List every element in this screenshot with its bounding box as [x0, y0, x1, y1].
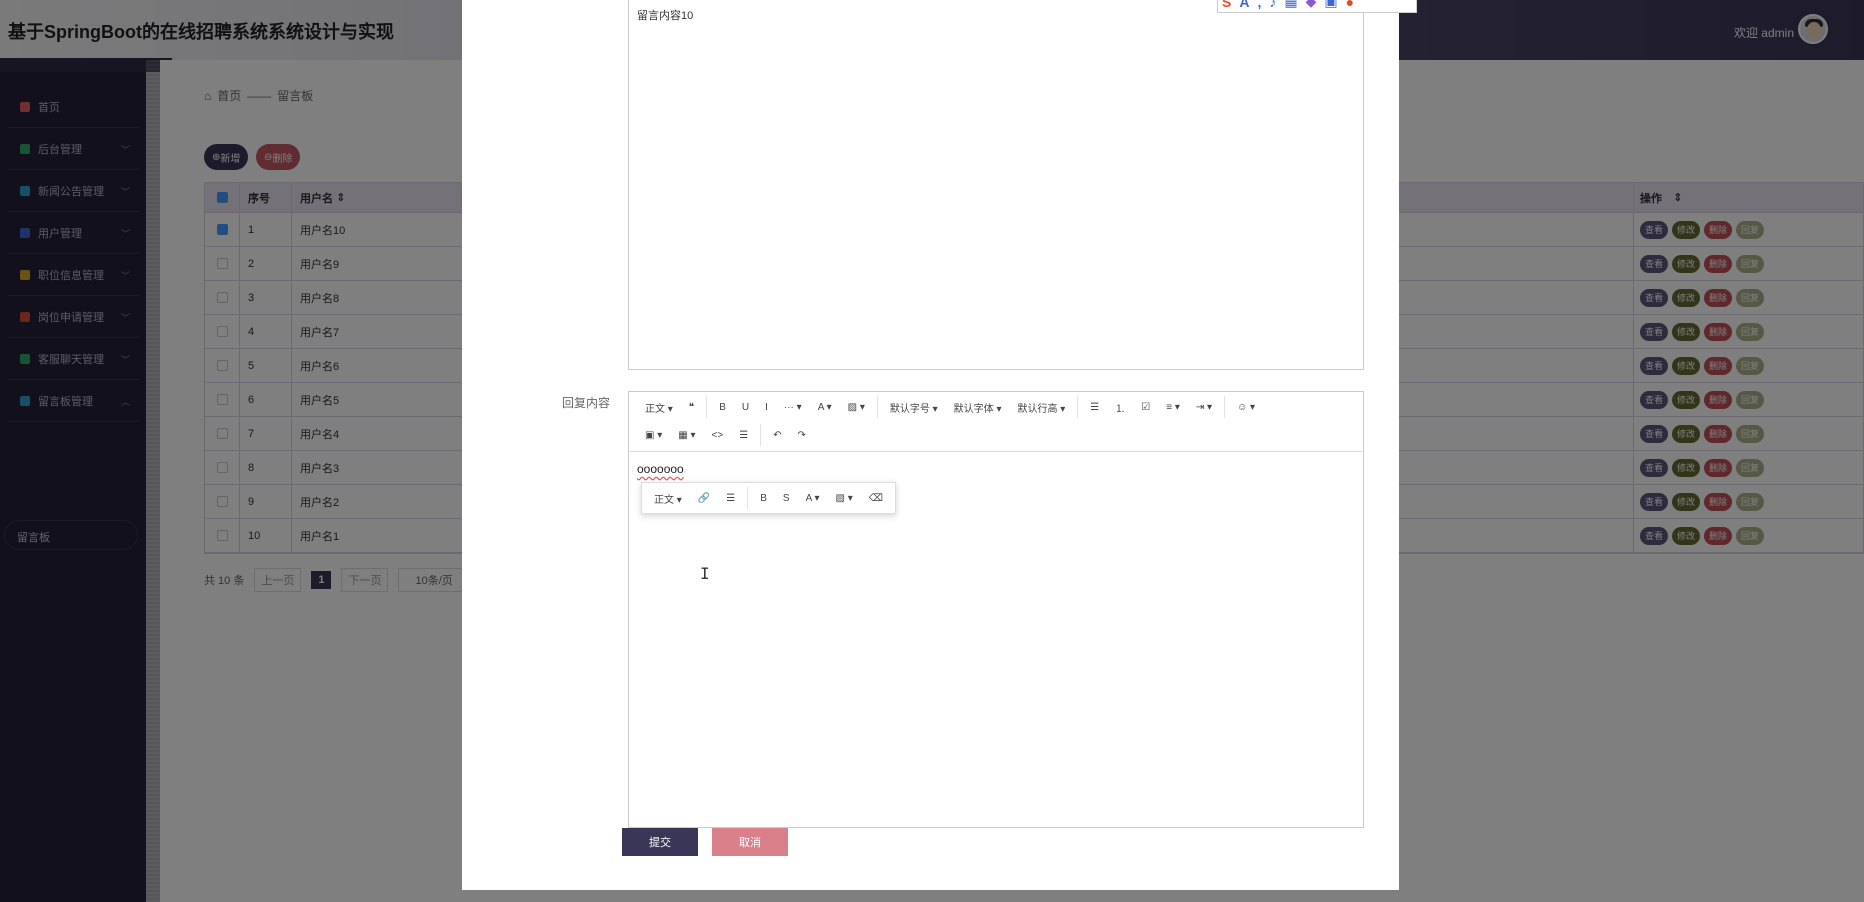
toolbar-button[interactable]: ☰: [718, 486, 743, 510]
toolbar-button[interactable]: ☰: [1082, 395, 1107, 419]
toolbar-button[interactable]: 正文 ▾: [646, 486, 690, 510]
message-content-editor[interactable]: 留言内容10 S A , ♪ ▦ ◆ ▣ ●: [628, 0, 1417, 370]
toolbar-button[interactable]: 🔗: [690, 486, 718, 510]
reply-editor[interactable]: 正文 ▾ ❝ B U I ··· ▾ A ▾ ▨ ▾ 默认字号 ▾ 默认字体 ▾ 默认行高 ▾ ☰ ⒈ ☑…: [628, 391, 1364, 828]
toolbar-button[interactable]: 默认字号 ▾: [882, 395, 946, 419]
toolbar-button[interactable]: 默认行高 ▾: [1009, 395, 1073, 419]
toolbar-button[interactable]: ↶: [765, 423, 789, 447]
toolbar-button[interactable]: ▨ ▾: [828, 486, 861, 510]
reply-text[interactable]: ooooooo: [637, 462, 684, 476]
toolbar-divider: [1224, 396, 1226, 418]
toolbar-divider: [706, 396, 708, 418]
font-icon: A: [1239, 0, 1250, 10]
toolbar-button[interactable]: ❝: [681, 395, 702, 419]
reply-label: 回复内容: [562, 396, 611, 410]
toolbar-button[interactable]: 默认字体 ▾: [946, 395, 1010, 419]
more-icon: ●: [1345, 0, 1355, 10]
toolbar-button[interactable]: S: [775, 486, 798, 510]
toolbar-button[interactable]: ≡ ▾: [1158, 395, 1188, 419]
toolbar-button[interactable]: ⒈: [1107, 395, 1133, 419]
toolbar-button[interactable]: ⇥ ▾: [1188, 395, 1220, 419]
toolbar-button[interactable]: A ▾: [798, 486, 828, 510]
editor-toolbar: 正文 ▾ ❝ B U I ··· ▾ A ▾ ▨ ▾ 默认字号 ▾ 默认字体 ▾ 默认行高 ▾ ☰ ⒈ ☑…: [629, 392, 1363, 452]
microphone-icon: ♪: [1269, 0, 1277, 10]
toolbar-button[interactable]: <>: [704, 423, 732, 447]
toolbar-button[interactable]: ☰: [731, 423, 756, 447]
toolbar-button[interactable]: I: [757, 395, 776, 419]
keyboard-icon: ▦: [1284, 0, 1298, 9]
submit-button[interactable]: 提交: [622, 828, 698, 856]
toolbar-button[interactable]: B: [711, 395, 734, 419]
toolbar-button[interactable]: ↷: [790, 423, 814, 447]
toolbar-button[interactable]: A ▾: [810, 395, 840, 419]
toolbar-divider: [747, 487, 749, 509]
toolbar-button[interactable]: ⌫: [861, 486, 891, 510]
toolbar-button[interactable]: B: [752, 486, 775, 510]
logo-icon: S: [1222, 0, 1232, 10]
grid-icon: ▣: [1324, 0, 1338, 9]
toolbar-divider: [760, 424, 762, 446]
toolbar-divider: [1077, 396, 1079, 418]
toolbar-button[interactable]: ☑: [1133, 395, 1158, 419]
toolbar-button[interactable]: ··· ▾: [776, 395, 810, 419]
text-cursor-icon: I: [700, 564, 710, 583]
cancel-button[interactable]: 取消: [712, 828, 788, 856]
toolbar-row-1: 正文 ▾ ❝ B U I ··· ▾ A ▾ ▨ ▾ 默认字号 ▾ 默认字体 ▾ 默认行高 ▾ ☰ ⒈ ☑…: [637, 395, 1263, 419]
toolbar-button[interactable]: ▦ ▾: [670, 423, 703, 447]
reply-dialog: 留言内容10 S A , ♪ ▦ ◆ ▣ ● 回复内容 正文 ▾ ❝ B U I ··· …: [462, 0, 1417, 890]
message-content-text: 留言内容10: [637, 10, 694, 22]
toolbar-button[interactable]: ▣ ▾: [637, 423, 670, 447]
toolbar-button[interactable]: ▨ ▾: [840, 395, 873, 419]
punctuation-icon: ,: [1257, 0, 1262, 10]
floating-icon-bar: S A , ♪ ▦ ◆ ▣ ●: [1217, 0, 1417, 13]
toolbar-divider: [876, 396, 878, 418]
toolbar-button[interactable]: ☺ ▾: [1229, 395, 1263, 419]
toolbar-button[interactable]: U: [734, 395, 757, 419]
toolbar-row-2: ▣ ▾ ▦ ▾ <> ☰ ↶ ↷: [637, 423, 814, 447]
skin-icon: ◆: [1305, 0, 1317, 9]
hover-toolbar: 正文 ▾ 🔗 ☰ B S A ▾ ▨ ▾ ⌫: [641, 482, 896, 514]
toolbar-button[interactable]: 正文 ▾: [637, 395, 681, 419]
